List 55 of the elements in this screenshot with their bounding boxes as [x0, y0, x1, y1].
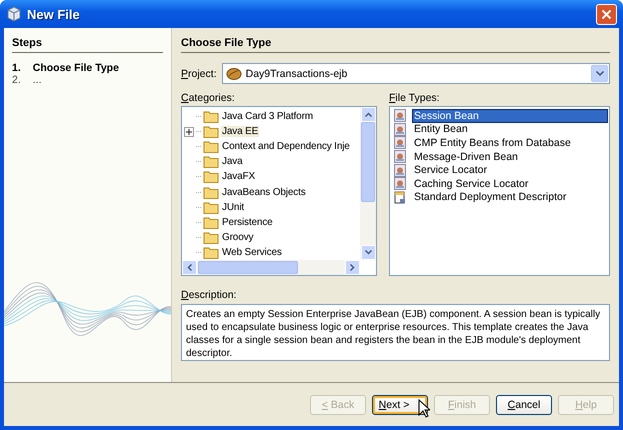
vertical-scrollbar[interactable] — [360, 107, 376, 260]
description-label: Description: — [181, 289, 238, 301]
chevron-left-icon — [187, 264, 192, 271]
file-type-item[interactable]: Entity Bean — [412, 122, 608, 136]
panel-heading: Choose File Type — [181, 37, 610, 53]
folder-icon — [203, 200, 219, 214]
close-button[interactable] — [596, 4, 617, 24]
file-type-item[interactable]: Service Locator — [412, 163, 608, 178]
mouse-pointer-icon — [418, 399, 430, 418]
document-icon — [394, 190, 406, 204]
window-title: New File — [27, 6, 81, 22]
folder-icon — [203, 186, 219, 199]
horizontal-scrollbar[interactable] — [182, 260, 360, 275]
steps-heading: Steps — [12, 37, 163, 53]
category-item[interactable]: Groovy — [221, 232, 254, 243]
file-types-label: File Types: — [389, 92, 441, 104]
step-label: ... — [32, 74, 42, 86]
step-label: Choose File Type — [32, 62, 119, 74]
category-item[interactable]: JavaFX — [221, 171, 256, 182]
expand-icon[interactable] — [184, 126, 194, 137]
category-item[interactable]: Context and Dependency Inje — [221, 141, 351, 152]
chevron-up-icon — [364, 112, 372, 117]
folder-icon — [203, 216, 219, 229]
chevron-down-icon — [596, 71, 604, 76]
category-item[interactable]: Persistence — [221, 216, 274, 228]
chevron-right-icon — [350, 264, 355, 271]
step-number: 2. — [12, 74, 21, 86]
file-type-item[interactable]: Session Bean — [412, 108, 608, 123]
folder-icon — [203, 230, 219, 244]
close-icon — [601, 8, 612, 20]
project-value: Day9Transactions-ejb — [246, 68, 348, 80]
file-type-item[interactable]: CMP Entity Beans from Database — [412, 136, 608, 150]
folder-icon — [203, 140, 219, 154]
step-number: 1. — [12, 62, 21, 74]
folder-icon — [203, 155, 219, 168]
project-label: Project: — [181, 68, 217, 80]
file-type-item[interactable]: Caching Service Locator — [412, 176, 608, 191]
folder-icon — [203, 125, 219, 138]
dropdown-button[interactable] — [591, 65, 608, 82]
folder-icon — [203, 110, 219, 124]
file-type-item[interactable]: Message-Driven Bean — [412, 150, 608, 164]
project-dropdown[interactable]: Day9Transactions-ejb — [222, 63, 610, 84]
cube-icon — [6, 6, 22, 22]
dialog-button[interactable]: Cancel — [496, 394, 552, 414]
folder-icon — [203, 170, 219, 184]
description-text: Creates an empty Session Enterprise JavaBean (EJB) component. A session bean is typically used to encapsulate business logic or enterprise resources. This template creates the Java classes for a single session bean and registers the bean in the EJB module's deployment descriptor. — [181, 304, 610, 361]
chevron-down-icon — [364, 250, 372, 255]
category-item[interactable]: Java Card 3 Platform — [221, 111, 314, 122]
category-item[interactable]: JavaBeans Objects — [221, 186, 307, 198]
category-item[interactable]: Java — [221, 156, 244, 168]
category-item[interactable]: Web Services — [221, 246, 283, 258]
file-type-item[interactable]: Standard Deployment Descriptor — [412, 190, 608, 204]
categories-label: Categories: — [181, 92, 236, 104]
category-item[interactable]: JUnit — [221, 202, 246, 213]
category-item[interactable]: Java EE — [221, 126, 260, 138]
